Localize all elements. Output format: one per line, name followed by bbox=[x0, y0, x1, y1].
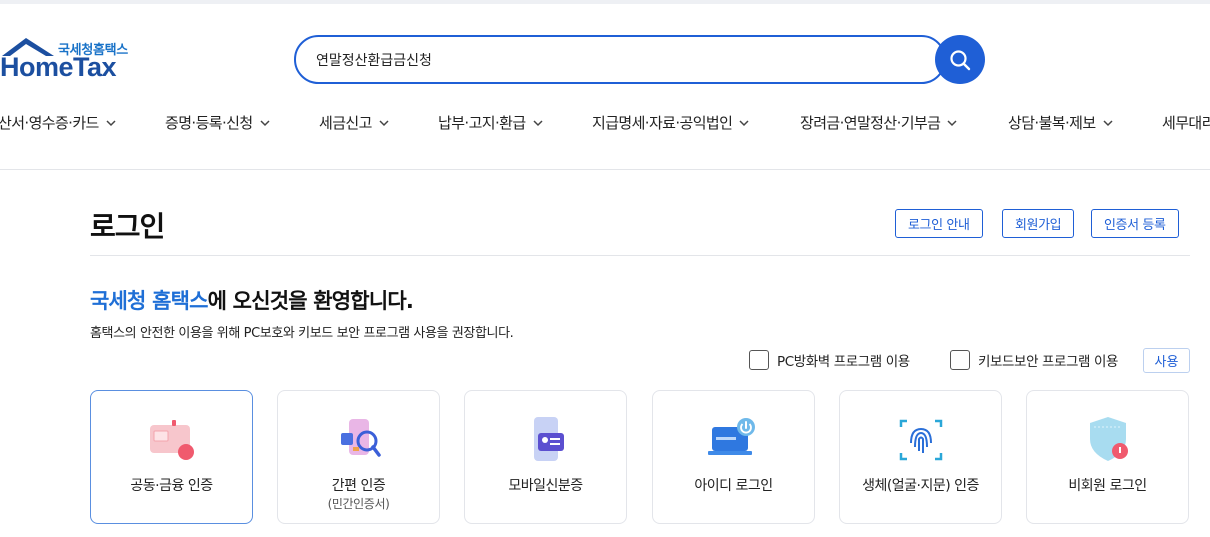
search-button[interactable] bbox=[935, 35, 985, 84]
non-member-icon bbox=[1089, 417, 1128, 461]
nav-item-label: 장려금·연말정산·기부금 bbox=[800, 114, 941, 132]
nav-item-label: 증명·등록·신청 bbox=[165, 114, 253, 132]
certificate-card-icon bbox=[149, 420, 194, 460]
non-member-card[interactable]: 비회원 로그인 bbox=[1026, 390, 1189, 524]
card-label: 비회원 로그인 bbox=[1068, 478, 1147, 494]
search-icon bbox=[950, 49, 971, 70]
chevron-down-icon bbox=[260, 119, 270, 126]
nav-item-receipts[interactable]: 산서·영수증·카드 bbox=[0, 112, 117, 133]
register-certificate-button[interactable]: 인증서 등록 bbox=[1091, 209, 1179, 238]
biometric-card[interactable]: 생체(얼굴·지문) 인증 bbox=[839, 390, 1002, 524]
search-box bbox=[294, 35, 946, 84]
chevron-down-icon bbox=[739, 119, 749, 126]
logo-title: HomeTax bbox=[0, 52, 117, 82]
chevron-down-icon bbox=[379, 119, 389, 126]
fingerprint-icon bbox=[899, 419, 942, 461]
chevron-down-icon bbox=[106, 119, 116, 126]
nav-item-label: 지급명세·자료·공익법인 bbox=[592, 114, 733, 132]
signup-button[interactable]: 회원가입 bbox=[1002, 209, 1075, 238]
nav-item-label: 산서·영수증·카드 bbox=[0, 114, 99, 132]
nav-item-consulting[interactable]: 상담·불복·제보 bbox=[1008, 112, 1114, 133]
card-label: 간편 인증 bbox=[331, 478, 386, 494]
page-title: 로그인 bbox=[90, 210, 165, 243]
welcome-highlight: 국세청 홈택스 bbox=[90, 289, 208, 313]
search-input[interactable] bbox=[316, 48, 916, 72]
main-nav: 산서·영수증·카드 증명·등록·신청 세금신고 납부·고지·환급 지급명세·자료… bbox=[0, 112, 1210, 142]
security-description: 홈택스의 안전한 이용을 위해 PC보호와 키보드 보안 프로그램 사용을 권장… bbox=[90, 326, 514, 341]
keyboard-security-checkbox[interactable] bbox=[950, 350, 970, 370]
chevron-down-icon bbox=[947, 119, 957, 126]
nav-item-certificates[interactable]: 증명·등록·신청 bbox=[165, 112, 271, 133]
nav-item-statements[interactable]: 지급명세·자료·공익법인 bbox=[592, 112, 750, 133]
nav-item-label: 상담·불복·제보 bbox=[1008, 114, 1096, 132]
simple-auth-icon bbox=[340, 419, 381, 457]
card-label: 생체(얼굴·지문) 인증 bbox=[862, 478, 979, 494]
hometax-logo[interactable]: 국세청홈택스 HomeTax bbox=[0, 36, 140, 88]
welcome-heading: 국세청 홈택스에 오신것을 환영합니다. bbox=[90, 285, 414, 315]
mobile-id-icon bbox=[533, 417, 564, 461]
nav-divider bbox=[0, 169, 1210, 170]
keyboard-security-option[interactable]: 키보드보안 프로그램 이용 bbox=[950, 350, 1118, 370]
card-sublabel: (민간인증서) bbox=[327, 497, 390, 511]
nav-item-tax-agent[interactable]: 세무대리 bbox=[1162, 112, 1210, 133]
nav-item-label: 납부·고지·환급 bbox=[438, 114, 526, 132]
card-label: 모바일신분증 bbox=[508, 478, 583, 494]
card-label: 공동·금융 인증 bbox=[130, 478, 213, 494]
nav-item-label: 세금신고 bbox=[319, 114, 372, 132]
certificate-login-card[interactable]: 공동·금융 인증 bbox=[90, 390, 253, 524]
keyboard-security-label: 키보드보안 프로그램 이용 bbox=[978, 354, 1119, 370]
firewall-checkbox[interactable] bbox=[749, 350, 769, 370]
section-divider bbox=[90, 255, 1190, 256]
firewall-option[interactable]: PC방화벽 프로그램 이용 bbox=[749, 350, 910, 370]
nav-item-label: 세무대리 bbox=[1162, 114, 1210, 132]
nav-item-year-end[interactable]: 장려금·연말정산·기부금 bbox=[800, 112, 958, 133]
id-login-icon bbox=[707, 418, 755, 455]
login-guide-button[interactable]: 로그인 안내 bbox=[895, 209, 983, 238]
chevron-down-icon bbox=[1103, 119, 1113, 126]
use-button[interactable]: 사용 bbox=[1143, 348, 1190, 373]
id-login-card[interactable]: 아이디 로그인 bbox=[652, 390, 815, 524]
nav-item-tax-filing[interactable]: 세금신고 bbox=[319, 112, 390, 133]
nav-item-payment[interactable]: 납부·고지·환급 bbox=[438, 112, 544, 133]
welcome-rest: 에 오신것을 환영합니다. bbox=[207, 289, 414, 313]
top-strip bbox=[0, 0, 1210, 4]
mobile-id-card[interactable]: 모바일신분증 bbox=[464, 390, 627, 524]
card-label: 아이디 로그인 bbox=[694, 478, 773, 494]
chevron-down-icon bbox=[533, 119, 543, 126]
simple-auth-card[interactable]: 간편 인증 (민간인증서) bbox=[277, 390, 440, 524]
firewall-label: PC방화벽 프로그램 이용 bbox=[777, 354, 910, 370]
